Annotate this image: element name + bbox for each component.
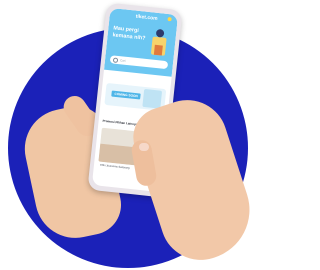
notification-icon[interactable] — [167, 16, 172, 22]
app-logo: tiket.com — [135, 13, 158, 22]
promo-image — [142, 88, 163, 109]
app-header: tiket.com Mau pergi kemana nih? Cari — [104, 7, 179, 77]
thumb-nail — [139, 143, 149, 151]
search-placeholder: Cari — [119, 58, 126, 63]
section-title: Promosi Pilihan Lainnya — [102, 118, 138, 127]
search-icon — [112, 57, 119, 63]
travel-illustration-icon — [151, 29, 167, 56]
scene: tiket.com Mau pergi kemana nih? Cari COM… — [0, 0, 282, 270]
promo-badge: COMING SOON — [111, 90, 142, 100]
